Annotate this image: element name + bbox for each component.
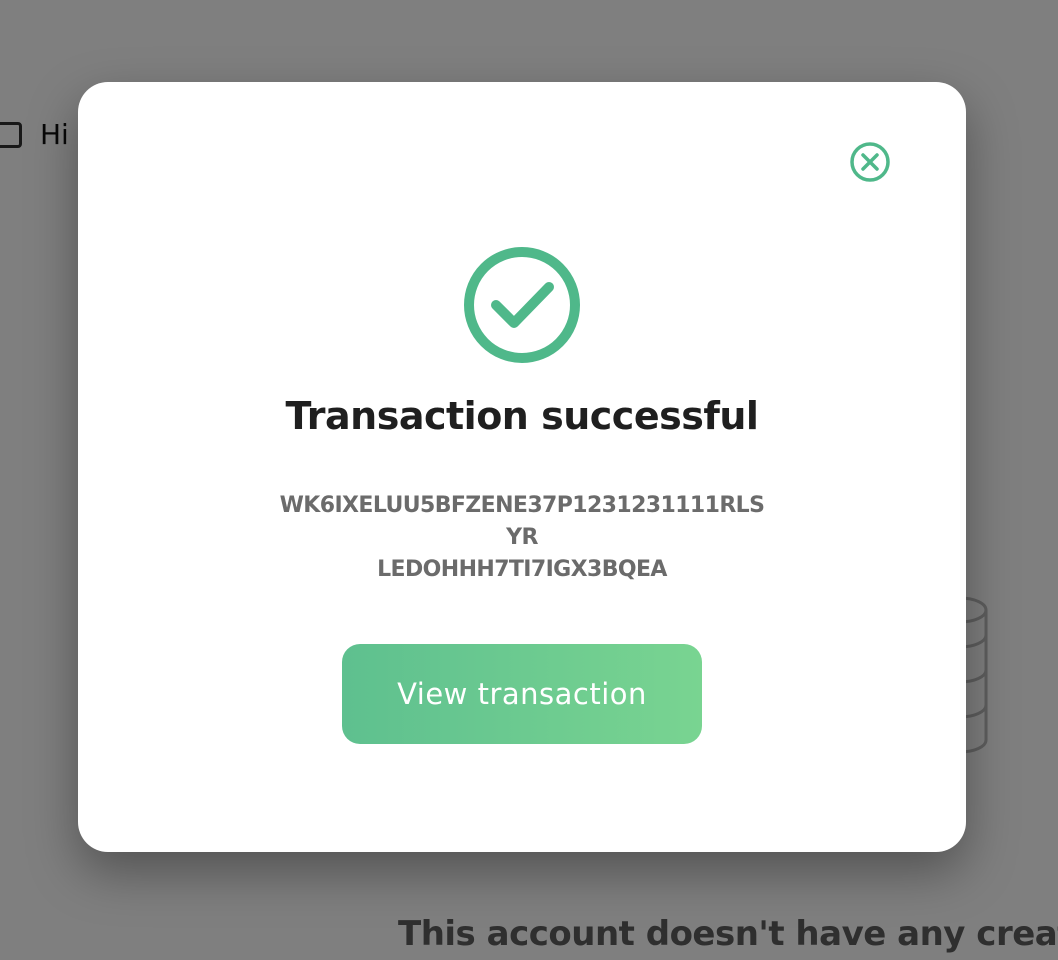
transaction-hash-line-2: LEDOHHH7TI7IGX3BQEA bbox=[377, 557, 667, 582]
view-transaction-button[interactable]: View transaction bbox=[342, 644, 702, 744]
close-button[interactable] bbox=[848, 140, 892, 184]
check-circle-icon bbox=[464, 247, 580, 363]
transaction-success-modal: Transaction successful WK6IXELUU5BFZENE3… bbox=[78, 82, 966, 852]
modal-title: Transaction successful bbox=[285, 394, 759, 438]
transaction-hash-line-1: WK6IXELUU5BFZENE37P1231231111RLSYR bbox=[279, 493, 765, 550]
transaction-hash: WK6IXELUU5BFZENE37P1231231111RLSYR LEDOH… bbox=[272, 490, 772, 586]
close-circle-icon[interactable] bbox=[848, 140, 892, 184]
